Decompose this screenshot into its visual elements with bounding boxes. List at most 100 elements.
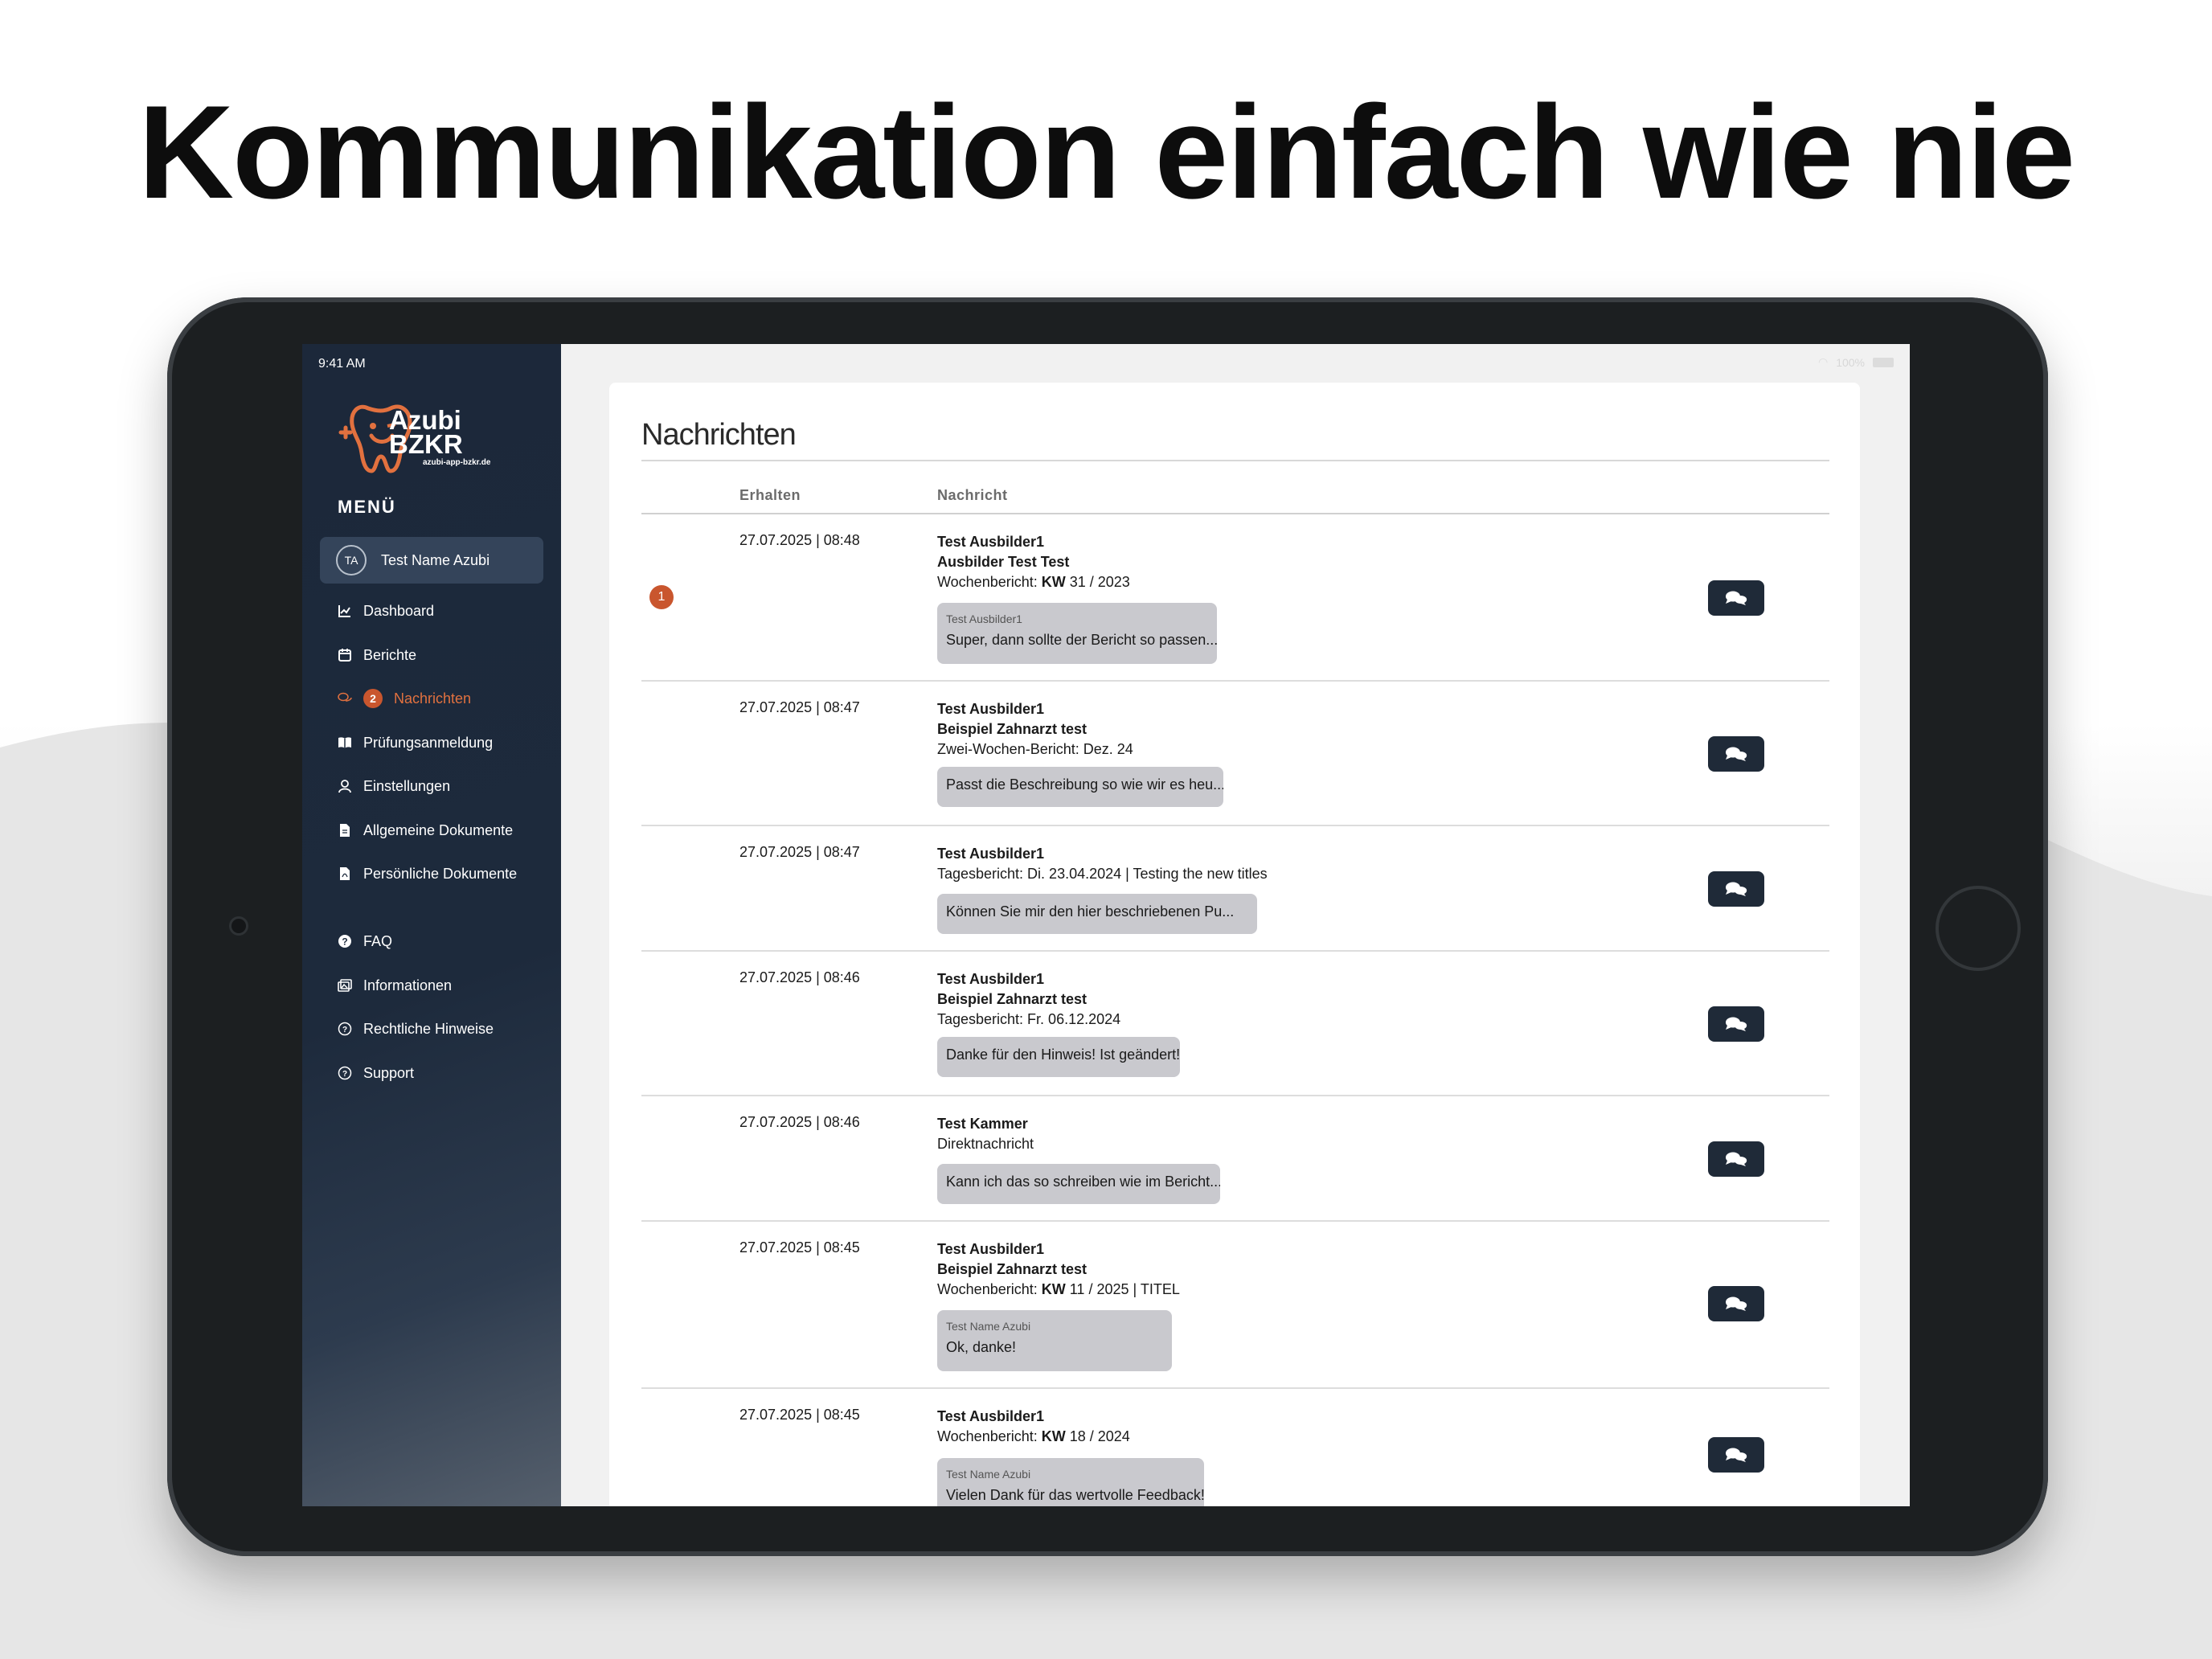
open-chat-button[interactable] xyxy=(1708,580,1764,616)
battery-percent: 100% xyxy=(1836,355,1865,369)
message-sender: Test Ausbilder1 xyxy=(937,846,1045,862)
unread-count-badge: 2 xyxy=(363,689,383,708)
message-report: Zwei-Wochen-Bericht: Dez. 24 xyxy=(937,741,1133,757)
message-date: 27.07.2025 | 08:47 xyxy=(739,844,860,860)
svg-text:?: ? xyxy=(342,1070,347,1079)
page-title: Nachrichten xyxy=(641,418,797,452)
message-date: 27.07.2025 | 08:48 xyxy=(739,532,860,548)
message-date: 27.07.2025 | 08:46 xyxy=(739,1114,860,1130)
column-header-received: Erhalten xyxy=(739,487,801,503)
sidebar-item-faq[interactable]: ? FAQ xyxy=(338,931,392,952)
table-row[interactable]: 27.07.2025 | 08:45 Test Ausbilder1 Beisp… xyxy=(641,1222,1829,1389)
message-date: 27.07.2025 | 08:45 xyxy=(739,1239,860,1256)
open-chat-button[interactable] xyxy=(1708,1437,1764,1473)
sidebar-item-dashboard[interactable]: Dashboard xyxy=(338,600,434,621)
sidebar-item-label: Support xyxy=(363,1064,415,1081)
divider xyxy=(641,460,1829,461)
app-screen: 9:41 AM ◠ 100% Azubi BZKR azubi-app-bzkr… xyxy=(302,344,1910,1506)
calendar-icon xyxy=(338,649,351,662)
sidebar: Azubi BZKR azubi-app-bzkr.de MENÜ TA Tes… xyxy=(302,344,561,1506)
menu-title: MENÜ xyxy=(338,497,396,517)
message-subtitle: Beispiel Zahnarzt test xyxy=(937,721,1088,737)
column-header-message: Nachricht xyxy=(937,487,1008,503)
table-row[interactable]: 27.07.2025 | 08:46 Test Ausbilder1 Beisp… xyxy=(641,952,1829,1096)
open-chat-button[interactable] xyxy=(1708,871,1764,907)
user-name: Test Name Azubi xyxy=(381,551,490,568)
table-row[interactable]: 27.07.2025 | 08:45 Test Ausbilder1 Woche… xyxy=(641,1389,1829,1506)
comments-icon xyxy=(1726,1448,1747,1462)
sidebar-item-einstellungen[interactable]: Einstellungen xyxy=(338,776,450,797)
table-row[interactable]: 27.07.2025 | 08:46 Test Kammer Direktnac… xyxy=(641,1096,1829,1222)
camera-icon xyxy=(229,916,248,936)
sidebar-item-label: Prüfungsanmeldung xyxy=(363,734,494,751)
bubble-author: Test Name Azubi xyxy=(946,1320,1031,1333)
avatar: TA xyxy=(336,545,367,576)
status-indicators: ◠ 100% xyxy=(1818,355,1894,369)
message-report: Wochenbericht: KW 31 / 2023 xyxy=(937,572,1130,592)
message-date: 27.07.2025 | 08:45 xyxy=(739,1407,860,1423)
report-kw: KW xyxy=(1041,1281,1066,1297)
bubble-author: Test Name Azubi xyxy=(946,1468,1031,1481)
message-info: Test Ausbilder1 Tagesbericht: Di. 23.04.… xyxy=(937,844,1268,884)
user-profile-item[interactable]: TA Test Name Azubi xyxy=(320,537,543,584)
unread-badge: 1 xyxy=(649,585,674,609)
report-kw: KW xyxy=(1041,574,1066,590)
bubble-author: Test Ausbilder1 xyxy=(946,612,1022,625)
sidebar-item-berichte[interactable]: Berichte xyxy=(338,645,416,666)
message-info: Test Ausbilder1 Ausbilder Test Test Woch… xyxy=(937,532,1130,592)
sidebar-item-label: Persönliche Dokumente xyxy=(363,865,518,882)
chart-icon xyxy=(338,605,350,617)
sidebar-item-nachrichten[interactable]: 2 Nachrichten xyxy=(338,688,471,709)
message-sender: Test Ausbilder1 xyxy=(937,1408,1045,1424)
message-report: Wochenbericht: KW 11 / 2025 | TITEL xyxy=(937,1280,1180,1300)
logo-url: azubi-app-bzkr.de xyxy=(423,458,491,467)
sidebar-item-rechtliche-hinweise[interactable]: ? Rechtliche Hinweise xyxy=(338,1018,494,1039)
table-row[interactable]: 27.07.2025 | 08:47 Test Ausbilder1 Beisp… xyxy=(641,682,1829,826)
message-report: Wochenbericht: KW 18 / 2024 xyxy=(937,1427,1130,1447)
comments-icon xyxy=(1726,1017,1747,1031)
message-date: 27.07.2025 | 08:46 xyxy=(739,969,860,985)
report-suffix: 18 / 2024 xyxy=(1065,1428,1130,1444)
user-icon xyxy=(338,780,351,793)
open-chat-button[interactable] xyxy=(1708,1006,1764,1042)
sidebar-item-support[interactable]: ? Support xyxy=(338,1063,414,1083)
open-chat-button[interactable] xyxy=(1708,1141,1764,1177)
message-date: 27.07.2025 | 08:47 xyxy=(739,699,860,715)
status-time: 9:41 AM xyxy=(318,357,366,371)
message-info: Test Ausbilder1 Beispiel Zahnarzt test W… xyxy=(937,1239,1180,1300)
report-suffix: 31 / 2023 xyxy=(1065,574,1130,590)
images-icon xyxy=(338,979,352,992)
sidebar-item-allgemeine-dokumente[interactable]: Allgemeine Dokumente xyxy=(338,820,513,841)
message-bubble: Danke für den Hinweis! Ist geändert! xyxy=(937,1037,1180,1077)
bubble-text: Ok, danke! xyxy=(946,1339,1017,1355)
home-button[interactable] xyxy=(1936,886,2021,971)
sidebar-item-label: Nachrichten xyxy=(394,690,472,707)
table-row[interactable]: 27.07.2025 | 08:47 Test Ausbilder1 Tages… xyxy=(641,826,1829,952)
question-circle-icon: ? xyxy=(338,1022,352,1036)
comments-icon xyxy=(1726,1296,1747,1311)
comments-icon xyxy=(1726,591,1747,605)
message-info: Test Ausbilder1 Beispiel Zahnarzt test Z… xyxy=(937,699,1133,760)
sidebar-item-label: Berichte xyxy=(363,646,417,663)
table-row[interactable]: 1 27.07.2025 | 08:48 Test Ausbilder1 Aus… xyxy=(641,514,1829,682)
message-report: Direktnachricht xyxy=(937,1136,1034,1152)
sidebar-item-informationen[interactable]: Informationen xyxy=(338,975,452,996)
page-headline: Kommunikation einfach wie nie xyxy=(137,78,2075,226)
pdf-file-icon xyxy=(340,867,350,880)
message-report: Tagesbericht: Fr. 06.12.2024 xyxy=(937,1011,1121,1027)
book-icon xyxy=(338,737,351,748)
sidebar-item-label: Einstellungen xyxy=(363,777,451,794)
sidebar-item-label: Informationen xyxy=(363,977,453,993)
tablet-frame: 9:41 AM ◠ 100% Azubi BZKR azubi-app-bzkr… xyxy=(167,297,2048,1556)
open-chat-button[interactable] xyxy=(1708,736,1764,772)
message-info: Test Ausbilder1 Beispiel Zahnarzt test T… xyxy=(937,969,1120,1030)
message-bubble: Test Name Azubi Ok, danke! xyxy=(937,1310,1172,1371)
comments-icon xyxy=(1726,1152,1747,1166)
open-chat-button[interactable] xyxy=(1708,1286,1764,1321)
logo-line-2: BZKR xyxy=(389,429,463,459)
bubble-text: Danke für den Hinweis! Ist geändert! xyxy=(946,1047,1180,1063)
report-prefix: Wochenbericht: xyxy=(937,1281,1042,1297)
sidebar-item-persoenliche-dokumente[interactable]: Persönliche Dokumente xyxy=(338,863,517,884)
message-bubble: Können Sie mir den hier beschriebenen Pu… xyxy=(937,894,1257,934)
sidebar-item-pruefungsanmeldung[interactable]: Prüfungsanmeldung xyxy=(338,732,493,753)
